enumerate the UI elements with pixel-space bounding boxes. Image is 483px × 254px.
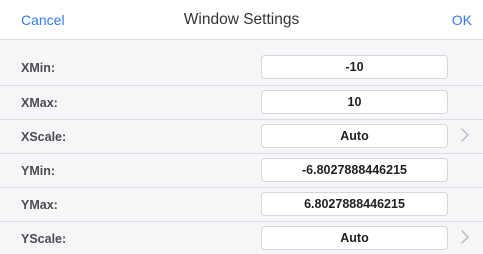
ymax-input[interactable]: 6.8027888446215 bbox=[261, 192, 448, 216]
settings-list: XMin: -10 XMax: 10 XScale: Auto YMin: -6… bbox=[0, 51, 483, 254]
window-settings-panel: Cancel Window Settings OK XMin: -10 XMax… bbox=[0, 0, 483, 254]
xmin-label: XMin: bbox=[21, 61, 56, 75]
xmax-input[interactable]: 10 bbox=[261, 90, 448, 114]
navigation-bar: Cancel Window Settings OK bbox=[0, 0, 483, 40]
ymin-input[interactable]: -6.8027888446215 bbox=[261, 158, 448, 182]
ok-button[interactable]: OK bbox=[452, 12, 472, 28]
yscale-input[interactable]: Auto bbox=[261, 226, 448, 250]
setting-row-xmin: XMin: -10 bbox=[0, 51, 483, 85]
chevron-right-icon[interactable] bbox=[461, 230, 469, 244]
setting-row-yscale[interactable]: YScale: Auto bbox=[0, 221, 483, 254]
page-title: Window Settings bbox=[183, 11, 300, 28]
setting-row-xmax: XMax: 10 bbox=[0, 85, 483, 119]
setting-row-ymin: YMin: -6.8027888446215 bbox=[0, 153, 483, 187]
setting-row-ymax: YMax: 6.8027888446215 bbox=[0, 187, 483, 221]
xmax-label: XMax: bbox=[21, 96, 58, 110]
yscale-label: YScale: bbox=[21, 232, 67, 246]
setting-row-xscale[interactable]: XScale: Auto bbox=[0, 119, 483, 153]
xmin-input[interactable]: -10 bbox=[261, 55, 448, 79]
xscale-input[interactable]: Auto bbox=[261, 124, 448, 148]
ymin-label: YMin: bbox=[21, 164, 56, 178]
xscale-label: XScale: bbox=[21, 130, 67, 144]
chevron-right-icon[interactable] bbox=[461, 128, 469, 142]
ymax-label: YMax: bbox=[21, 198, 58, 212]
